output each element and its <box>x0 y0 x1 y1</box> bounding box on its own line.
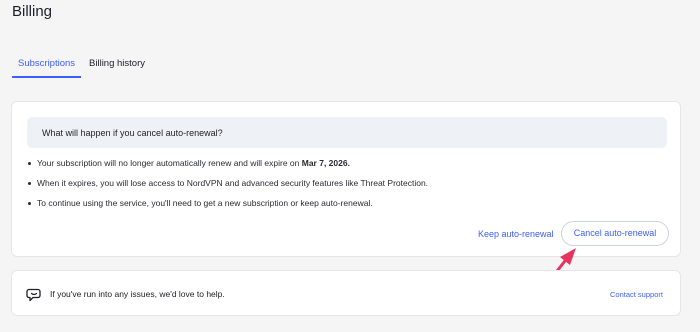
keep-auto-renewal-button[interactable]: Keep auto-renewal <box>478 229 554 239</box>
expiry-date: Mar 7, 2026. <box>301 158 350 168</box>
help-message: If you've run into any issues, we'd love… <box>50 289 225 299</box>
contact-support-link[interactable]: Contact support <box>610 290 663 299</box>
tab-bar: Subscriptions Billing history <box>12 50 151 78</box>
bullet-text: Your subscription will no longer automat… <box>37 158 302 168</box>
page-title: Billing <box>12 3 53 20</box>
list-item: When it expires, you will lose access to… <box>27 178 428 198</box>
cancel-auto-renewal-card: What will happen if you cancel auto-rene… <box>11 101 681 257</box>
bullet-text: To continue using the service, you'll ne… <box>37 198 373 208</box>
bullet-text: When it expires, you will lose access to… <box>37 178 429 188</box>
chat-bubble-icon <box>26 288 41 302</box>
help-card: If you've run into any issues, we'd love… <box>11 270 681 316</box>
consequences-list: Your subscription will no longer automat… <box>27 158 428 218</box>
cancel-question-heading: What will happen if you cancel auto-rene… <box>27 117 667 148</box>
cancel-auto-renewal-button[interactable]: Cancel auto-renewal <box>561 221 669 246</box>
list-item: Your subscription will no longer automat… <box>27 158 428 178</box>
tab-subscriptions[interactable]: Subscriptions <box>12 50 82 78</box>
list-item: To continue using the service, you'll ne… <box>27 198 428 218</box>
tab-billing-history[interactable]: Billing history <box>83 50 151 78</box>
